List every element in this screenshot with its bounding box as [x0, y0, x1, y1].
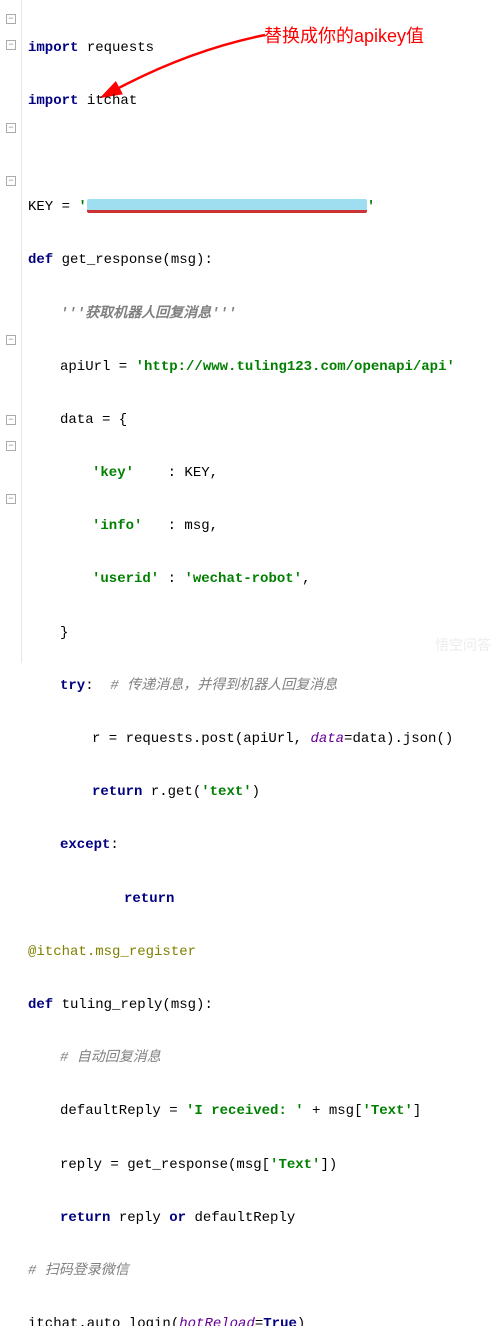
assignment-reply: reply = get_response(msg[ — [60, 1157, 270, 1173]
string-quote: ' — [367, 199, 375, 215]
keyword-def: def — [28, 997, 53, 1013]
function-signature: get_response(msg): — [53, 252, 213, 268]
dict-value: : KEY, — [134, 465, 218, 481]
gutter: − − − − − − − − — [0, 0, 22, 663]
decorator-at: @ — [28, 944, 36, 960]
decorator-name: itchat.msg_register — [36, 944, 196, 960]
comment-autoreply: # 自动回复消息 — [60, 1050, 161, 1066]
comment-try: # 传递消息，并得到机器人回复消息 — [94, 678, 338, 694]
keyword-import: import — [28, 40, 78, 56]
assignment-key: KEY = — [28, 199, 78, 215]
comment-login: # 扫码登录微信 — [28, 1263, 129, 1279]
fold-icon[interactable]: − — [6, 335, 16, 345]
redacted-apikey — [87, 199, 367, 213]
colon: : — [85, 678, 93, 694]
keyword-or: or — [169, 1210, 186, 1226]
colon: : — [110, 837, 118, 853]
watermark: 悟空问答 — [435, 635, 491, 655]
fold-icon[interactable]: − — [6, 494, 16, 504]
fold-icon[interactable]: − — [6, 176, 16, 186]
keyword-def: def — [28, 252, 53, 268]
bracket-close: ] — [413, 1103, 421, 1119]
kwarg-hotreload: hotReload — [179, 1316, 255, 1326]
keyword-try: try — [60, 678, 85, 694]
assignment-data: data = { — [60, 412, 127, 428]
string-received: 'I received: ' — [186, 1103, 304, 1119]
call-requests-post: r = requests.post(apiUrl, — [92, 731, 310, 747]
function-signature: tuling_reply(msg): — [53, 997, 213, 1013]
call-end: ]) — [320, 1157, 337, 1173]
module-name: itchat — [78, 93, 137, 109]
keyword-import: import — [28, 93, 78, 109]
module-name: requests — [78, 40, 154, 56]
fold-icon[interactable]: − — [6, 441, 16, 451]
paren-close: ) — [252, 784, 260, 800]
string-quote: ' — [78, 199, 86, 215]
kwarg-data: data — [310, 731, 344, 747]
fold-icon[interactable]: − — [6, 123, 16, 133]
colon-separator: : — [159, 571, 184, 587]
code-editor[interactable]: import requests import itchat KEY = ' ' d… — [22, 8, 455, 1326]
assignment-apiurl: apiUrl = — [60, 359, 136, 375]
fold-icon[interactable]: − — [6, 14, 16, 24]
return-expr: r.get( — [142, 784, 201, 800]
assignment-default: defaultReply = — [60, 1103, 186, 1119]
string-url: 'http://www.tuling123.com/openapi/api' — [136, 359, 455, 375]
keyword-return: return — [92, 784, 142, 800]
fold-icon[interactable]: − — [6, 415, 16, 425]
dict-value: : msg, — [142, 518, 218, 534]
keyword-except: except — [60, 837, 110, 853]
docstring: '''获取机器人回复消息''' — [60, 306, 236, 322]
brace-close: } — [60, 625, 68, 641]
string-text: 'text' — [201, 784, 251, 800]
plus-msg: + msg[ — [304, 1103, 363, 1119]
call-autologin: itchat.auto_login( — [28, 1316, 179, 1326]
dict-key: 'userid' — [92, 571, 159, 587]
comma: , — [302, 571, 310, 587]
dict-value-string: 'wechat-robot' — [184, 571, 302, 587]
keyword-return: return — [124, 891, 174, 907]
dict-key: 'info' — [92, 518, 142, 534]
call-rest: =data).json() — [344, 731, 453, 747]
fold-icon[interactable]: − — [6, 40, 16, 50]
dict-key: 'key' — [92, 465, 134, 481]
return-reply: reply — [110, 1210, 169, 1226]
keyword-true: True — [263, 1316, 297, 1326]
return-default: defaultReply — [186, 1210, 295, 1226]
keyword-return: return — [60, 1210, 110, 1226]
string-text-key: 'Text' — [270, 1157, 320, 1173]
equals: = — [255, 1316, 263, 1326]
string-text-key: 'Text' — [362, 1103, 412, 1119]
paren-close: ) — [297, 1316, 305, 1326]
